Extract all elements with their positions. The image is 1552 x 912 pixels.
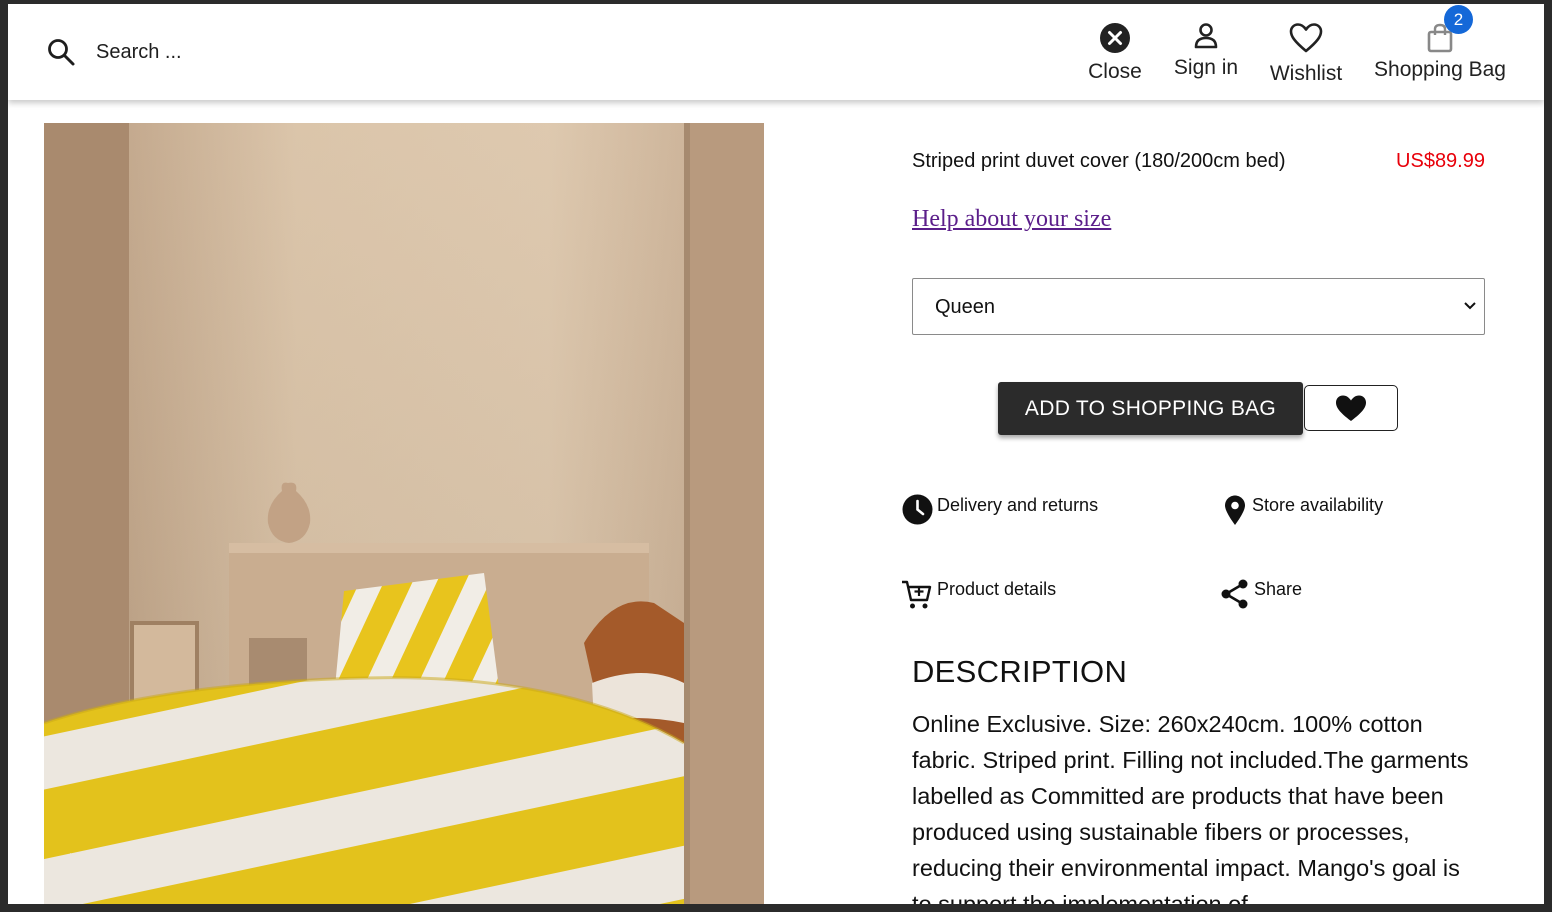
share-label: Share	[1254, 579, 1303, 599]
delivery-returns-link[interactable]: Delivery and returns	[902, 494, 1098, 530]
product-title: Striped print duvet cover (180/200cm bed…	[912, 150, 1286, 172]
page-frame: Close Sign in Wishlist	[8, 4, 1544, 904]
sign-in-button[interactable]: Sign in	[1170, 18, 1242, 80]
clock-icon	[902, 494, 933, 525]
share-icon	[1221, 579, 1248, 609]
delivery-returns-label: Delivery and returns	[937, 495, 1099, 515]
close-icon	[1100, 23, 1130, 53]
sign-in-label: Sign in	[1173, 56, 1239, 79]
location-pin-icon	[1225, 495, 1245, 525]
header: Close Sign in Wishlist	[8, 4, 1544, 100]
heart-outline-icon	[1289, 23, 1323, 53]
user-icon	[1194, 23, 1218, 49]
description-heading: DESCRIPTION	[912, 654, 1128, 689]
store-availability-link[interactable]: Store availability	[1222, 494, 1383, 531]
size-select[interactable]: Queen	[912, 278, 1485, 335]
add-to-bag-button[interactable]: ADD TO SHOPPING BAG	[998, 382, 1303, 435]
shopping-bag-label: Shopping Bag	[1374, 58, 1506, 81]
search-input[interactable]	[96, 40, 316, 64]
shopping-bag-button[interactable]: Shopping Bag	[1368, 20, 1512, 82]
bag-count-badge: 2	[1444, 5, 1473, 34]
description-body: Online Exclusive. Size: 260x240cm. 100% …	[912, 711, 1469, 904]
search-bar[interactable]	[46, 37, 316, 67]
product-price: US$89.99	[1396, 150, 1485, 172]
chevron-down-icon	[1464, 302, 1476, 310]
heart-filled-icon	[1336, 395, 1366, 421]
product-image[interactable]	[44, 123, 764, 904]
product-details-label: Product details	[937, 579, 1057, 599]
cart-add-icon	[902, 580, 932, 609]
search-icon[interactable]	[46, 37, 76, 67]
wishlist-label: Wishlist	[1269, 62, 1343, 85]
size-help-link[interactable]: Help about your size	[912, 206, 1111, 233]
close-button[interactable]: Close	[1084, 20, 1146, 84]
wishlist-button[interactable]: Wishlist	[1264, 20, 1348, 86]
store-availability-label: Store availability	[1252, 495, 1384, 515]
size-select-value: Queen	[935, 296, 996, 318]
share-link[interactable]: Share	[1220, 578, 1302, 615]
add-to-wishlist-button[interactable]	[1304, 385, 1398, 431]
product-details-link[interactable]: Product details	[900, 578, 1056, 616]
close-label: Close	[1088, 60, 1142, 83]
